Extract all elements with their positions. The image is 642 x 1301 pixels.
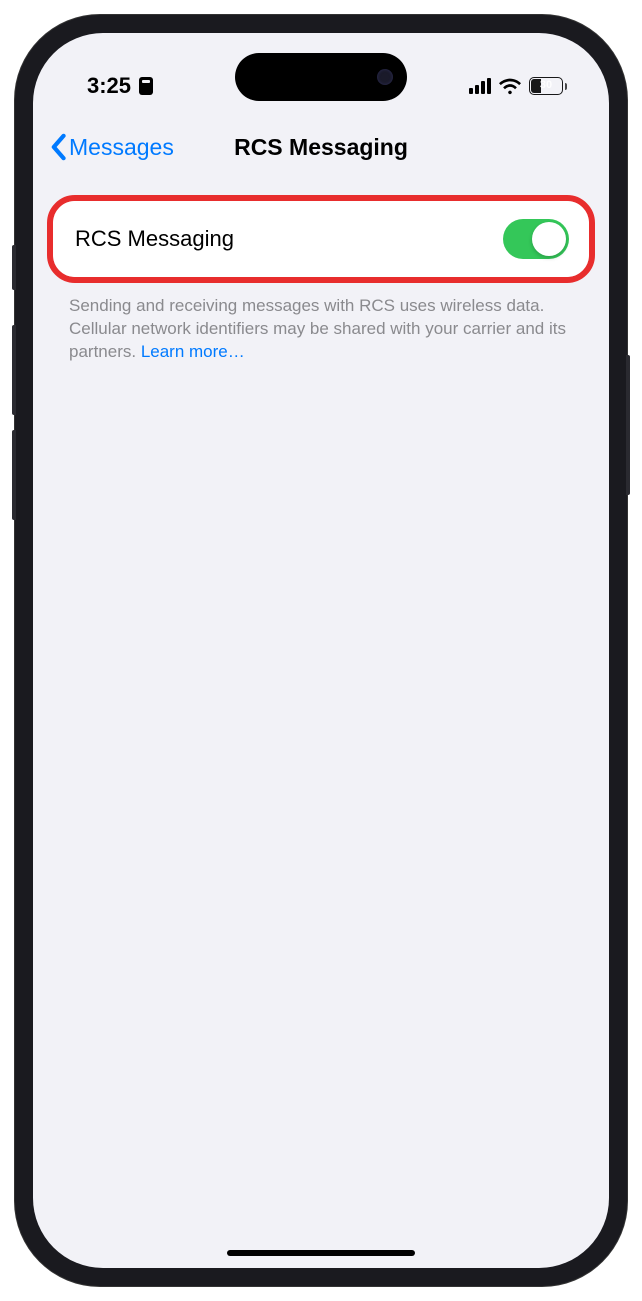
content-area: RCS Messaging Sending and receiving mess…	[33, 175, 609, 364]
sim-icon	[139, 77, 153, 95]
learn-more-link[interactable]: Learn more…	[141, 342, 245, 361]
front-camera	[377, 69, 393, 85]
home-indicator[interactable]	[227, 1250, 415, 1256]
rcs-messaging-toggle[interactable]	[503, 219, 569, 259]
screen: 3:25 30	[33, 33, 609, 1268]
toggle-knob	[532, 222, 566, 256]
wifi-icon	[499, 77, 521, 95]
nav-bar: Messages RCS Messaging	[33, 109, 609, 175]
dynamic-island	[235, 53, 407, 101]
chevron-left-icon	[49, 133, 67, 161]
setting-footer: Sending and receiving messages with RCS …	[47, 283, 595, 364]
power-button	[626, 355, 630, 495]
status-left: 3:25	[87, 73, 153, 99]
volume-down-button	[12, 430, 16, 520]
back-label: Messages	[69, 134, 174, 161]
status-time: 3:25	[87, 73, 131, 99]
highlight-annotation: RCS Messaging	[47, 195, 595, 283]
back-button[interactable]: Messages	[49, 133, 174, 161]
battery-indicator: 30	[529, 77, 567, 95]
setting-label: RCS Messaging	[75, 226, 234, 252]
battery-level-text: 30	[530, 78, 562, 93]
cellular-signal-icon	[469, 78, 491, 94]
rcs-messaging-row[interactable]: RCS Messaging	[53, 201, 589, 277]
status-right: 30	[469, 77, 567, 95]
volume-up-button	[12, 325, 16, 415]
silence-switch	[12, 245, 16, 290]
phone-frame: 3:25 30	[15, 15, 627, 1286]
